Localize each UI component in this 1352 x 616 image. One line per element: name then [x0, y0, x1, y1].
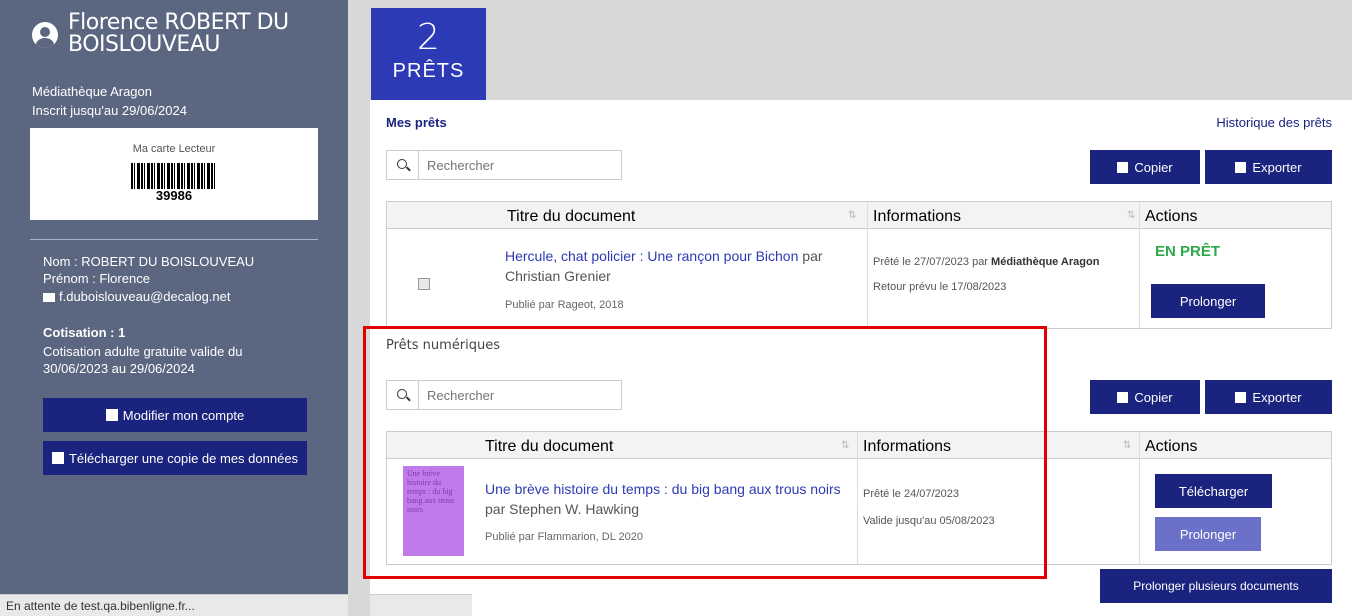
loan-date: Prêté le 27/07/2023 par — [873, 256, 988, 268]
loans-copy-button[interactable]: Copier — [1090, 150, 1200, 184]
cotisation-title: Cotisation : 1 — [43, 325, 126, 340]
card-number: 39986 — [155, 188, 193, 203]
loan-author[interactable]: Christian Grenier — [505, 266, 611, 286]
download-data-button[interactable]: Télécharger une copie de mes données — [43, 441, 307, 475]
column-title-header[interactable]: Titre du document — [507, 208, 635, 226]
envelope-icon — [43, 293, 55, 303]
edit-icon — [105, 409, 118, 421]
reader-card: Ma carte Lecteur 39986 — [30, 128, 318, 220]
download-button[interactable]: Télécharger — [1155, 474, 1272, 508]
column-actions-header: Actions — [1145, 438, 1198, 455]
modify-account-button[interactable]: Modifier mon compte — [43, 398, 307, 432]
digital-export-button[interactable]: Exporter — [1205, 380, 1332, 414]
return-date: Retour prévu le 17/08/2023 — [873, 281, 1007, 293]
summary-band — [348, 0, 1352, 100]
user-email-row: f.duboislouveau@decalog.net — [43, 289, 231, 304]
loan-history-link[interactable]: Historique des prêts — [1216, 115, 1332, 130]
extend-multiple-button[interactable]: Prolonger plusieurs documents — [1100, 569, 1332, 603]
sort-icon[interactable]: ⇅ — [848, 210, 858, 221]
copy-icon — [1117, 391, 1129, 403]
extend-button[interactable]: Prolonger — [1155, 517, 1261, 551]
user-avatar-icon — [32, 22, 58, 48]
user-email: f.duboislouveau@decalog.net — [59, 289, 231, 304]
column-info-header[interactable]: Informations — [873, 208, 961, 226]
browser-status-bar: En attente de test.qa.bibenligne.fr... — [0, 594, 472, 616]
cotisation-text: Cotisation adulte gratuite valide du 30/… — [43, 344, 243, 376]
my-loans-title: Mes prêts — [386, 115, 447, 130]
barcode-image — [131, 163, 217, 189]
registration-date: Inscrit jusqu'au 29/06/2024 — [32, 103, 187, 118]
user-header: Florence ROBERT DU BOISLOUVEAU — [32, 12, 328, 56]
column-divider — [867, 202, 868, 328]
user-lastname: Nom : ROBERT DU BOISLOUVEAU — [43, 254, 255, 269]
sort-icon[interactable]: ⇅ — [1127, 210, 1137, 221]
loan-library: Médiathèque Aragon — [991, 256, 1100, 268]
user-name: Florence ROBERT DU BOISLOUVEAU — [68, 10, 289, 57]
reader-card-title: Ma carte Lecteur — [132, 143, 216, 155]
column-actions-header: Actions — [1145, 208, 1198, 225]
loan-date-row: Prêté le 27/07/2023 par Médiathèque Arag… — [873, 256, 1099, 268]
loan-title-link[interactable]: Hercule, chat policier : Une rançon pour… — [505, 248, 798, 264]
loans-export-button[interactable]: Exporter — [1205, 150, 1332, 184]
loans-count: 2 — [417, 17, 440, 58]
download-icon — [1235, 161, 1247, 173]
column-divider — [1139, 432, 1140, 564]
loans-search-input[interactable] — [419, 157, 609, 173]
cover-image-icon — [418, 278, 430, 290]
sort-icon[interactable]: ⇅ — [1123, 440, 1133, 451]
loans-search — [386, 150, 622, 180]
extend-button[interactable]: Prolonger — [1151, 284, 1265, 318]
account-sidebar: Florence ROBERT DU BOISLOUVEAU Médiathèq… — [0, 0, 348, 616]
digital-copy-button[interactable]: Copier — [1090, 380, 1200, 414]
loan-publisher: Publié par Rageot, 2018 — [505, 299, 624, 311]
loans-count-tile[interactable]: 2 PRÊTS — [371, 8, 486, 100]
highlight-box — [363, 326, 1047, 579]
column-divider — [1139, 202, 1140, 328]
library-name: Médiathèque Aragon — [32, 84, 152, 99]
loans-tile-label: PRÊTS — [392, 60, 465, 82]
download-icon — [51, 452, 64, 464]
user-firstname: Prénom : Florence — [43, 271, 150, 286]
divider — [30, 239, 318, 240]
author-prefix: par — [802, 248, 823, 264]
loan-title-row: Hercule, chat policier : Une rançon pour… — [505, 246, 850, 266]
copy-icon — [1117, 161, 1129, 173]
search-icon — [387, 151, 419, 179]
loan-status-badge: EN PRÊT — [1155, 243, 1221, 260]
download-icon — [1235, 391, 1247, 403]
loans-table: Titre du document ⇅ Informations ⇅ Actio… — [386, 201, 1332, 329]
